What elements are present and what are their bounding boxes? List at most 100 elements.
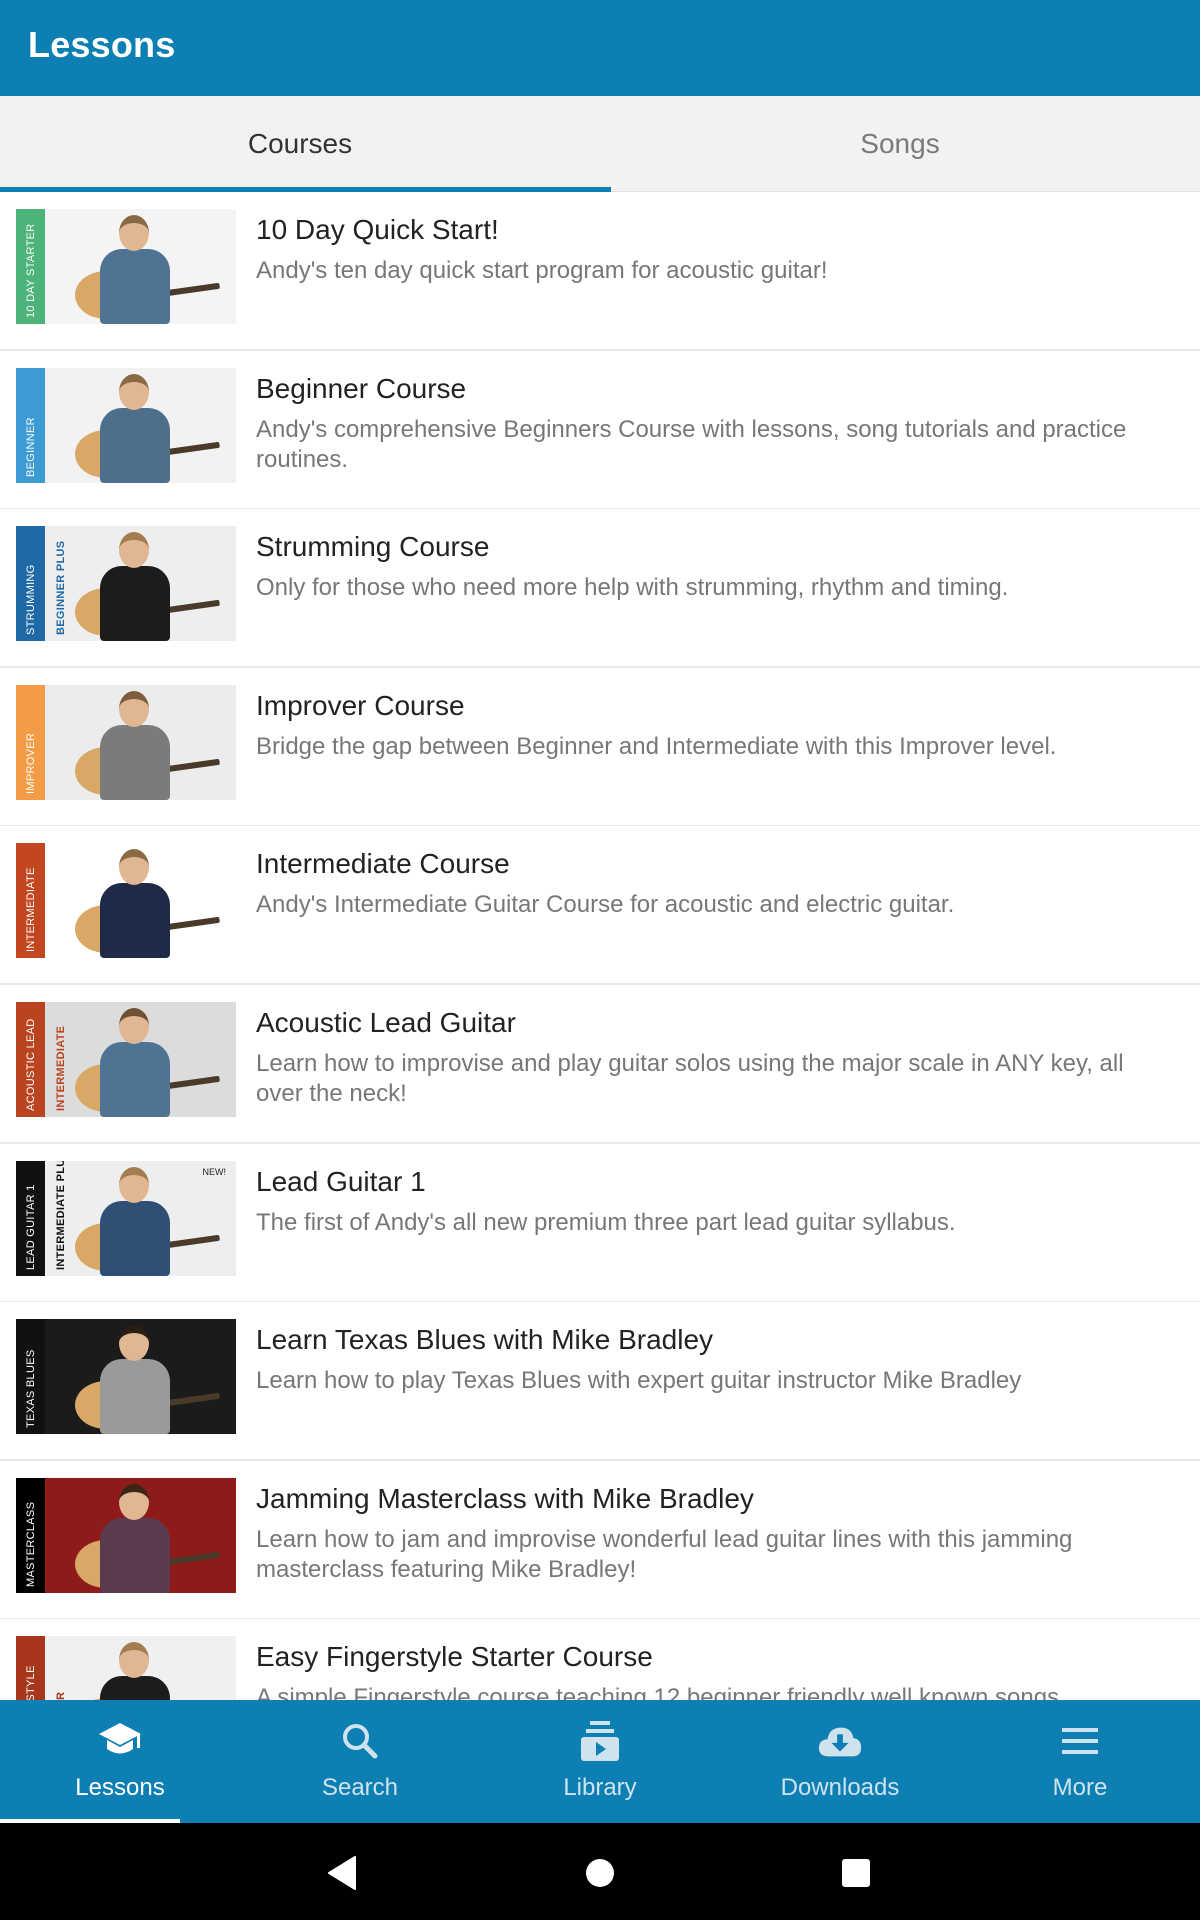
course-level-label: LEAD GUITAR 1 <box>25 1183 37 1270</box>
person-body-shape <box>100 566 170 642</box>
course-level-label: IMPROVER <box>25 732 37 794</box>
course-list-item[interactable]: IMPROVER Improver Course Bridge the gap … <box>0 667 1200 827</box>
course-level-strip: LEAD GUITAR 1 <box>16 1160 45 1276</box>
course-thumbnail: ACOUSTIC LEAD INTERMEDIATE <box>16 1002 236 1117</box>
course-level-label: BEGINNER <box>25 416 37 477</box>
library-icon <box>577 1718 623 1764</box>
person-head-shape <box>119 690 149 727</box>
course-level-label: TEXAS BLUES <box>25 1349 37 1429</box>
course-title: Learn Texas Blues with Mike Bradley <box>256 1324 714 1356</box>
course-level-strip: BEGINNER <box>16 367 45 483</box>
course-list-item[interactable]: INTERMEDIATE Intermediate Course Andy's … <box>0 826 1200 986</box>
nav-item-more[interactable]: More <box>960 1700 1200 1823</box>
nav-label-downloads: Downloads <box>780 1774 900 1801</box>
course-photo <box>45 1160 236 1276</box>
cloud-download-icon <box>817 1718 863 1764</box>
course-level-label: INTERMEDIATE <box>25 867 37 953</box>
course-thumbnail: 10 DAY STARTER <box>16 209 236 324</box>
course-photo <box>45 684 236 800</box>
nav-label-more: More <box>1052 1774 1108 1801</box>
course-level-label: ACOUSTIC LEAD <box>25 1018 37 1111</box>
nav-item-downloads[interactable]: Downloads <box>720 1700 960 1823</box>
person-body-shape <box>100 1517 170 1593</box>
search-icon <box>337 1718 383 1764</box>
course-level-label: MASTERCLASS <box>25 1501 37 1587</box>
course-level-strip: TEXAS BLUES <box>16 1319 45 1435</box>
tab-songs[interactable]: Songs <box>600 96 1200 192</box>
course-level-label: 10 DAY STARTER <box>25 223 37 318</box>
course-list-item[interactable]: STRUMMING BEGINNER PLUS Strumming Course… <box>0 509 1200 669</box>
course-photo <box>45 1636 236 1700</box>
course-list-item[interactable]: ACOUSTIC LEAD INTERMEDIATE Acoustic Lead… <box>0 985 1200 1144</box>
course-thumbnail: IMPROVER <box>16 684 236 800</box>
course-list-item[interactable]: MASTERCLASS Jamming Masterclass with Mik… <box>0 1460 1200 1620</box>
person-body-shape <box>100 1042 170 1117</box>
course-title: Strumming Course <box>256 531 490 563</box>
tab-courses[interactable]: Courses <box>0 96 600 192</box>
course-description: Learn how to jam and improvise wonderful… <box>256 1525 1073 1583</box>
course-title: Improver Course <box>256 689 465 721</box>
course-level-strip: MASTERCLASS <box>16 1477 45 1593</box>
course-photo <box>45 1319 236 1435</box>
course-title: Lead Guitar 1 <box>256 1165 426 1197</box>
course-list-item[interactable]: FINGERSTYLE STARTER Easy Fingerstyle Sta… <box>0 1619 1200 1700</box>
nav-label-search: Search <box>321 1774 399 1801</box>
person-body-shape <box>100 883 170 959</box>
course-title: Jamming Masterclass with Mike Bradley <box>256 1482 754 1514</box>
person-body-shape <box>100 407 170 483</box>
recents-button[interactable] <box>836 1853 876 1893</box>
course-sublevel-label: BEGINNER PLUS <box>55 540 67 636</box>
course-description: Andy's comprehensive Beginners Course wi… <box>256 415 1127 473</box>
nav-item-lessons[interactable]: Lessons <box>0 1700 240 1823</box>
person-body-shape <box>100 249 170 324</box>
course-list-item[interactable]: 10 DAY STARTER 10 Day Quick Start! Andy'… <box>0 192 1200 351</box>
nav-label-lessons: Lessons <box>75 1774 165 1801</box>
person-body-shape <box>100 1200 170 1276</box>
recents-icon <box>842 1859 870 1887</box>
course-description: Only for those who need more help with s… <box>256 574 1009 602</box>
course-level-strip: ACOUSTIC LEAD <box>16 1002 45 1117</box>
course-thumbnail: BEGINNER <box>16 367 236 483</box>
course-photo <box>45 1477 236 1593</box>
person-head-shape <box>119 532 149 569</box>
course-description: A simple Fingerstyle course teaching 12 … <box>256 1684 1066 1700</box>
course-description: Bridge the gap between Beginner and Inte… <box>256 732 1057 760</box>
person-head-shape <box>119 1483 149 1520</box>
back-button[interactable] <box>322 1853 362 1893</box>
course-list-item[interactable]: BEGINNER Beginner Course Andy's comprehe… <box>0 350 1200 510</box>
person-head-shape <box>119 373 149 410</box>
course-level-strip: STRUMMING <box>16 526 45 642</box>
course-list-item[interactable]: LEAD GUITAR 1 INTERMEDIATE PLUS NEW! Lea… <box>0 1143 1200 1303</box>
system-navigation-bar <box>0 1823 1200 1920</box>
course-photo <box>45 1002 236 1117</box>
person-body-shape <box>100 1676 170 1700</box>
course-thumbnail: STRUMMING BEGINNER PLUS <box>16 526 236 642</box>
home-button[interactable] <box>580 1853 620 1893</box>
course-list-item[interactable]: TEXAS BLUES Learn Texas Blues with Mike … <box>0 1302 1200 1462</box>
person-head-shape <box>119 1008 149 1044</box>
person-head-shape <box>119 849 149 886</box>
new-badge: NEW! <box>202 1166 227 1177</box>
course-photo <box>45 526 236 642</box>
course-title: Intermediate Course <box>256 848 510 880</box>
course-list[interactable]: 10 DAY STARTER 10 Day Quick Start! Andy'… <box>0 192 1200 1700</box>
course-title: 10 Day Quick Start! <box>256 214 499 245</box>
course-level-strip: FINGERSTYLE <box>16 1636 45 1700</box>
person-head-shape <box>119 1325 149 1362</box>
person-body-shape <box>100 1359 170 1435</box>
course-thumbnail: MASTERCLASS <box>16 1477 236 1593</box>
nav-item-library[interactable]: Library <box>480 1700 720 1823</box>
graduation-cap-icon <box>97 1718 143 1764</box>
person-head-shape <box>119 1166 149 1203</box>
course-level-strip: INTERMEDIATE <box>16 843 45 959</box>
person-body-shape <box>100 724 170 800</box>
course-title: Acoustic Lead Guitar <box>256 1007 516 1038</box>
nav-item-search[interactable]: Search <box>240 1700 480 1823</box>
nav-label-library: Library <box>563 1774 637 1801</box>
course-thumbnail: TEXAS BLUES <box>16 1319 236 1435</box>
course-title: Easy Fingerstyle Starter Course <box>256 1641 653 1673</box>
course-sublevel-label: INTERMEDIATE <box>55 1025 67 1111</box>
app-bar: Lessons <box>0 0 1200 96</box>
page-title: Lessons <box>28 24 176 65</box>
course-description: Andy's ten day quick start program for a… <box>256 257 828 284</box>
